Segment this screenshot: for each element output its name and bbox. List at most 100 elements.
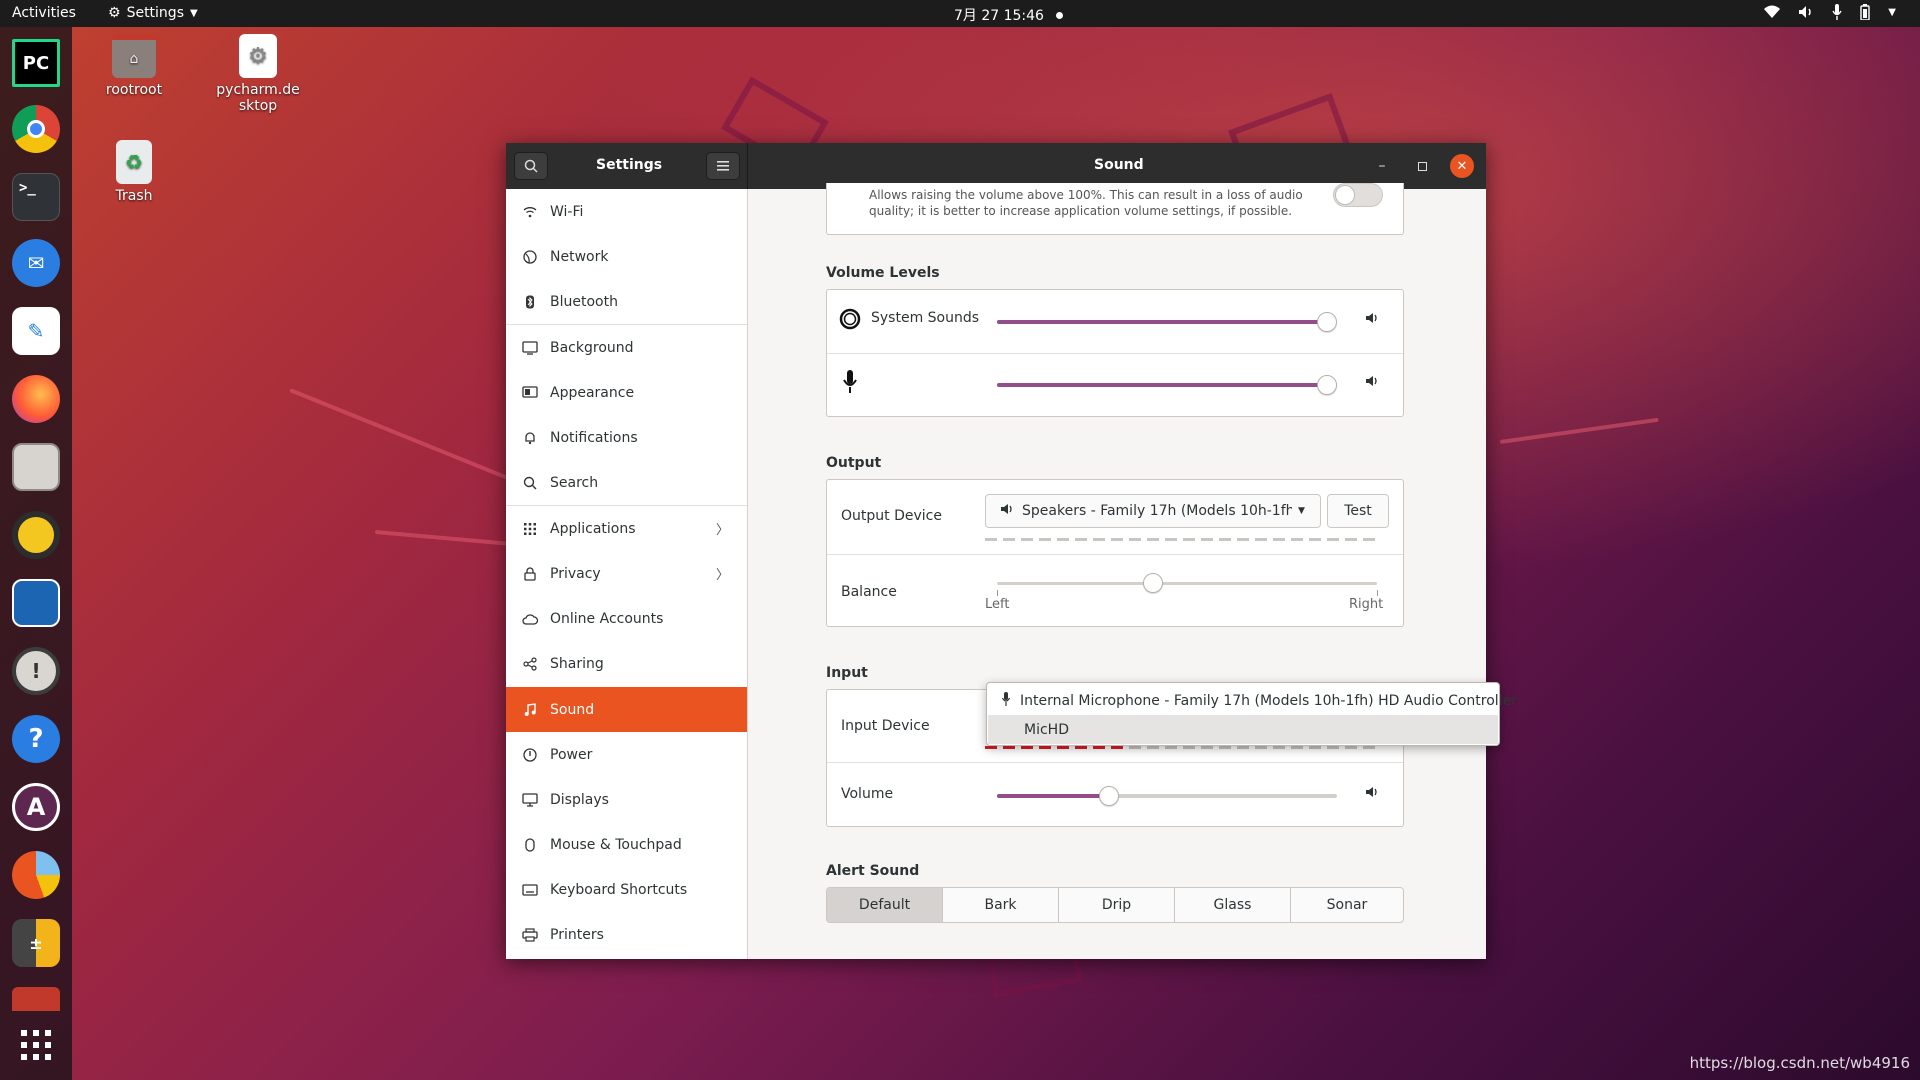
desktop-icon-label: rootroot [105, 82, 163, 98]
over-amplification-row: Allows raising the volume above 100%. Th… [826, 183, 1404, 235]
test-button[interactable]: Test [1327, 494, 1389, 528]
sidebar-item-notifications[interactable]: Notifications [506, 415, 747, 460]
maximize-button[interactable] [1410, 154, 1434, 178]
alert-option-sonar[interactable]: Sonar [1291, 888, 1403, 922]
desktop-icon-pycharm[interactable]: ⚙ pycharm.desktop [208, 34, 308, 114]
input-device-option[interactable]: Internal Microphone - Family 17h (Models… [988, 686, 1517, 715]
system-sounds-label: System Sounds [871, 310, 980, 326]
sidebar-item-online-accounts[interactable]: Online Accounts [506, 596, 747, 641]
sidebar-item-mouse-touchpad[interactable]: Mouse & Touchpad [506, 822, 747, 867]
software-icon[interactable]: A [12, 783, 60, 831]
search-icon [520, 476, 540, 490]
slider-handle[interactable] [1317, 312, 1337, 332]
alert-option-drip[interactable]: Drip [1059, 888, 1175, 922]
wallpaper-line [1499, 417, 1659, 444]
sidebar-item-privacy[interactable]: Privacy 〉 [506, 551, 747, 596]
pie-app-icon[interactable] [12, 851, 60, 899]
input-device-option-label: Internal Microphone - Family 17h (Models… [1020, 692, 1517, 709]
text-editor-icon[interactable]: ✎ [12, 307, 60, 355]
slider-handle[interactable] [1143, 573, 1163, 593]
sidebar-item-label: Bluetooth [550, 293, 618, 310]
output-device-label: Output Device [841, 508, 942, 524]
libreoffice-writer-icon[interactable] [12, 579, 60, 627]
files-icon[interactable] [12, 443, 60, 491]
minimize-button[interactable]: – [1370, 154, 1394, 178]
share-icon [520, 656, 540, 671]
input-volume-slider[interactable] [997, 786, 1337, 806]
microphone-slider[interactable] [997, 375, 1337, 395]
app-menu[interactable]: ⚙ Settings ▼ [108, 5, 198, 21]
alert-option-bark[interactable]: Bark [943, 888, 1059, 922]
sidebar-item-appearance[interactable]: Appearance [506, 370, 747, 415]
sidebar-item-label: Wi-Fi [550, 203, 584, 220]
search-icon [524, 159, 538, 173]
sidebar-item-bluetooth[interactable]: Bluetooth [506, 279, 747, 324]
top-bar: Activities ⚙ Settings ▼ 7月 27 15:46 ▼ [0, 0, 1920, 27]
desktop-icon-trash[interactable]: ♻ Trash [84, 140, 184, 204]
system-tray[interactable]: ▼ [1764, 4, 1896, 20]
toolbox-icon[interactable] [12, 987, 60, 1011]
sidebar-item-label: Network [550, 248, 609, 265]
speaker-icon [1799, 6, 1812, 18]
sidebar-item-keyboard-shortcuts[interactable]: Keyboard Shortcuts [506, 867, 747, 912]
sidebar-item-background[interactable]: Background [506, 325, 747, 370]
minimize-icon: – [1378, 158, 1386, 174]
sidebar-item-displays[interactable]: Displays [506, 777, 747, 822]
close-button[interactable]: ✕ [1450, 154, 1474, 178]
show-applications-icon[interactable] [12, 1021, 60, 1069]
activities-button[interactable]: Activities [12, 5, 76, 21]
slider-handle[interactable] [1317, 375, 1337, 395]
sidebar-item-label: Online Accounts [550, 610, 664, 627]
sidebar-item-printers[interactable]: Printers [506, 912, 747, 957]
input-level-meter [985, 746, 1375, 749]
slider-handle[interactable] [1099, 786, 1119, 806]
sidebar-item-applications[interactable]: Applications 〉 [506, 506, 747, 551]
speaker-icon [1000, 503, 1014, 519]
wifi-icon [520, 206, 540, 218]
clock[interactable]: 7月 27 15:46 [954, 5, 1063, 25]
home-folder-icon: ⌂ [112, 34, 156, 78]
balance-slider[interactable] [997, 573, 1377, 593]
battery-icon [1860, 4, 1870, 20]
system-sounds-slider[interactable] [997, 312, 1337, 332]
terminal-icon[interactable]: >_ [12, 173, 60, 221]
calculator-icon[interactable]: ± [12, 919, 60, 967]
sidebar-item-sound[interactable]: Sound [506, 687, 747, 732]
menu-button[interactable] [706, 152, 740, 180]
desktop-icon-home[interactable]: ⌂ rootroot [84, 34, 184, 98]
over-amplification-note: Allows raising the volume above 100%. Th… [869, 188, 1303, 218]
over-amplification-switch[interactable] [1333, 183, 1383, 207]
sidebar-item-power[interactable]: Power [506, 732, 747, 777]
chevron-down-icon: ▼ [1888, 6, 1896, 18]
switch-knob [1335, 185, 1355, 205]
alert-option-glass[interactable]: Glass [1175, 888, 1291, 922]
microphone-icon [1832, 4, 1842, 20]
maximize-icon [1417, 161, 1427, 171]
sidebar-item-label: Sound [550, 701, 595, 718]
search-button[interactable] [514, 152, 548, 180]
disk-manager-icon[interactable]: ! [12, 647, 60, 695]
sidebar-item-search[interactable]: Search [506, 460, 747, 505]
balance-right-tick [1377, 590, 1378, 596]
output-device-dropdown[interactable]: Speakers - Family 17h (Models 10h-1fh...… [985, 494, 1321, 528]
output-title: Output [826, 455, 882, 471]
sidebar-item-network[interactable]: Network [506, 234, 747, 279]
firefox-icon[interactable] [12, 375, 60, 423]
output-box: Output Device Speakers - Family 17h (Mod… [826, 479, 1404, 627]
chrome-icon[interactable] [12, 105, 60, 153]
desktop-icon-label: Trash [115, 188, 153, 204]
slider-fill [997, 383, 1327, 387]
rhythmbox-icon[interactable] [12, 511, 60, 559]
sidebar: Wi-Fi Network Bluetooth Background Appea… [506, 189, 748, 959]
help-icon[interactable]: ? [12, 715, 60, 763]
sidebar-item-label: Notifications [550, 429, 638, 446]
thunderbird-icon[interactable]: ✉ [12, 239, 60, 287]
alert-sound-title: Alert Sound [826, 863, 920, 879]
sidebar-item-label: Appearance [550, 384, 635, 401]
sidebar-item-wifi[interactable]: Wi-Fi [506, 189, 747, 234]
sidebar-item-label: Keyboard Shortcuts [550, 881, 688, 898]
pycharm-icon[interactable]: PC [12, 39, 60, 87]
sidebar-item-sharing[interactable]: Sharing [506, 641, 747, 686]
alert-option-default[interactable]: Default [827, 888, 943, 922]
input-device-option[interactable]: MicHD [988, 715, 1498, 744]
